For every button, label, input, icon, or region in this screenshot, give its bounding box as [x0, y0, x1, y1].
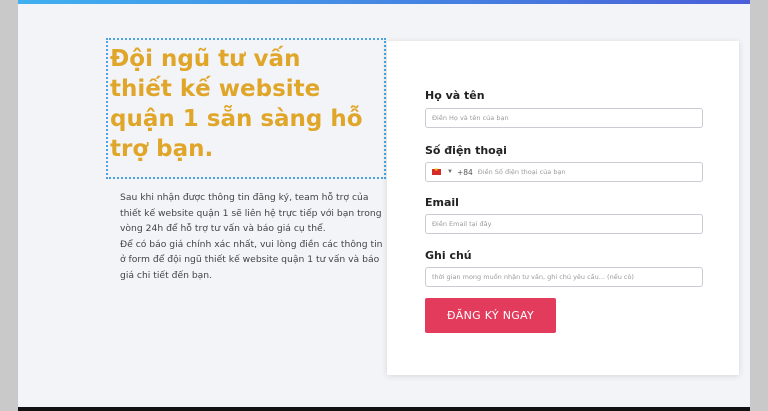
caret-down-icon[interactable]: ▼: [447, 169, 453, 175]
registration-form: Họ và tên Số điện thoại ▼ +84 Email Ghi …: [387, 41, 739, 375]
description: Sau khi nhận được thông tin đăng ký, tea…: [120, 190, 390, 283]
page: Đội ngũ tư vấn thiết kế website quận 1 s…: [18, 0, 750, 411]
heading-line: quận 1 sẵn sàng hỗ: [110, 106, 363, 132]
name-field[interactable]: [425, 108, 703, 128]
page-heading: Đội ngũ tư vấn thiết kế website quận 1 s…: [110, 44, 382, 164]
phone-label: Số điện thoại: [425, 144, 507, 157]
heading-line: Đội ngũ tư vấn: [110, 46, 301, 72]
dial-code: +84: [456, 167, 473, 177]
heading-line: thiết kế website: [110, 76, 321, 102]
phone-field[interactable]: [477, 168, 696, 176]
phone-field-group: ▼ +84: [425, 162, 703, 182]
description-paragraph: Để có báo giá chính xác nhất, vui lòng đ…: [120, 238, 383, 281]
register-button[interactable]: ĐĂNG KÝ NGAY: [425, 298, 556, 333]
top-accent-bar: [18, 0, 750, 4]
email-field[interactable]: [425, 214, 703, 234]
name-label: Họ và tên: [425, 89, 485, 102]
vietnam-flag-icon[interactable]: [432, 167, 441, 175]
note-field[interactable]: [425, 267, 703, 287]
note-label: Ghi chú: [425, 249, 472, 262]
heading-line: trợ bạn.: [110, 136, 214, 162]
heading-selection-box: Đội ngũ tư vấn thiết kế website quận 1 s…: [106, 38, 386, 179]
bottom-bar: [18, 407, 750, 411]
description-paragraph: Sau khi nhận được thông tin đăng ký, tea…: [120, 192, 382, 234]
email-label: Email: [425, 196, 459, 209]
